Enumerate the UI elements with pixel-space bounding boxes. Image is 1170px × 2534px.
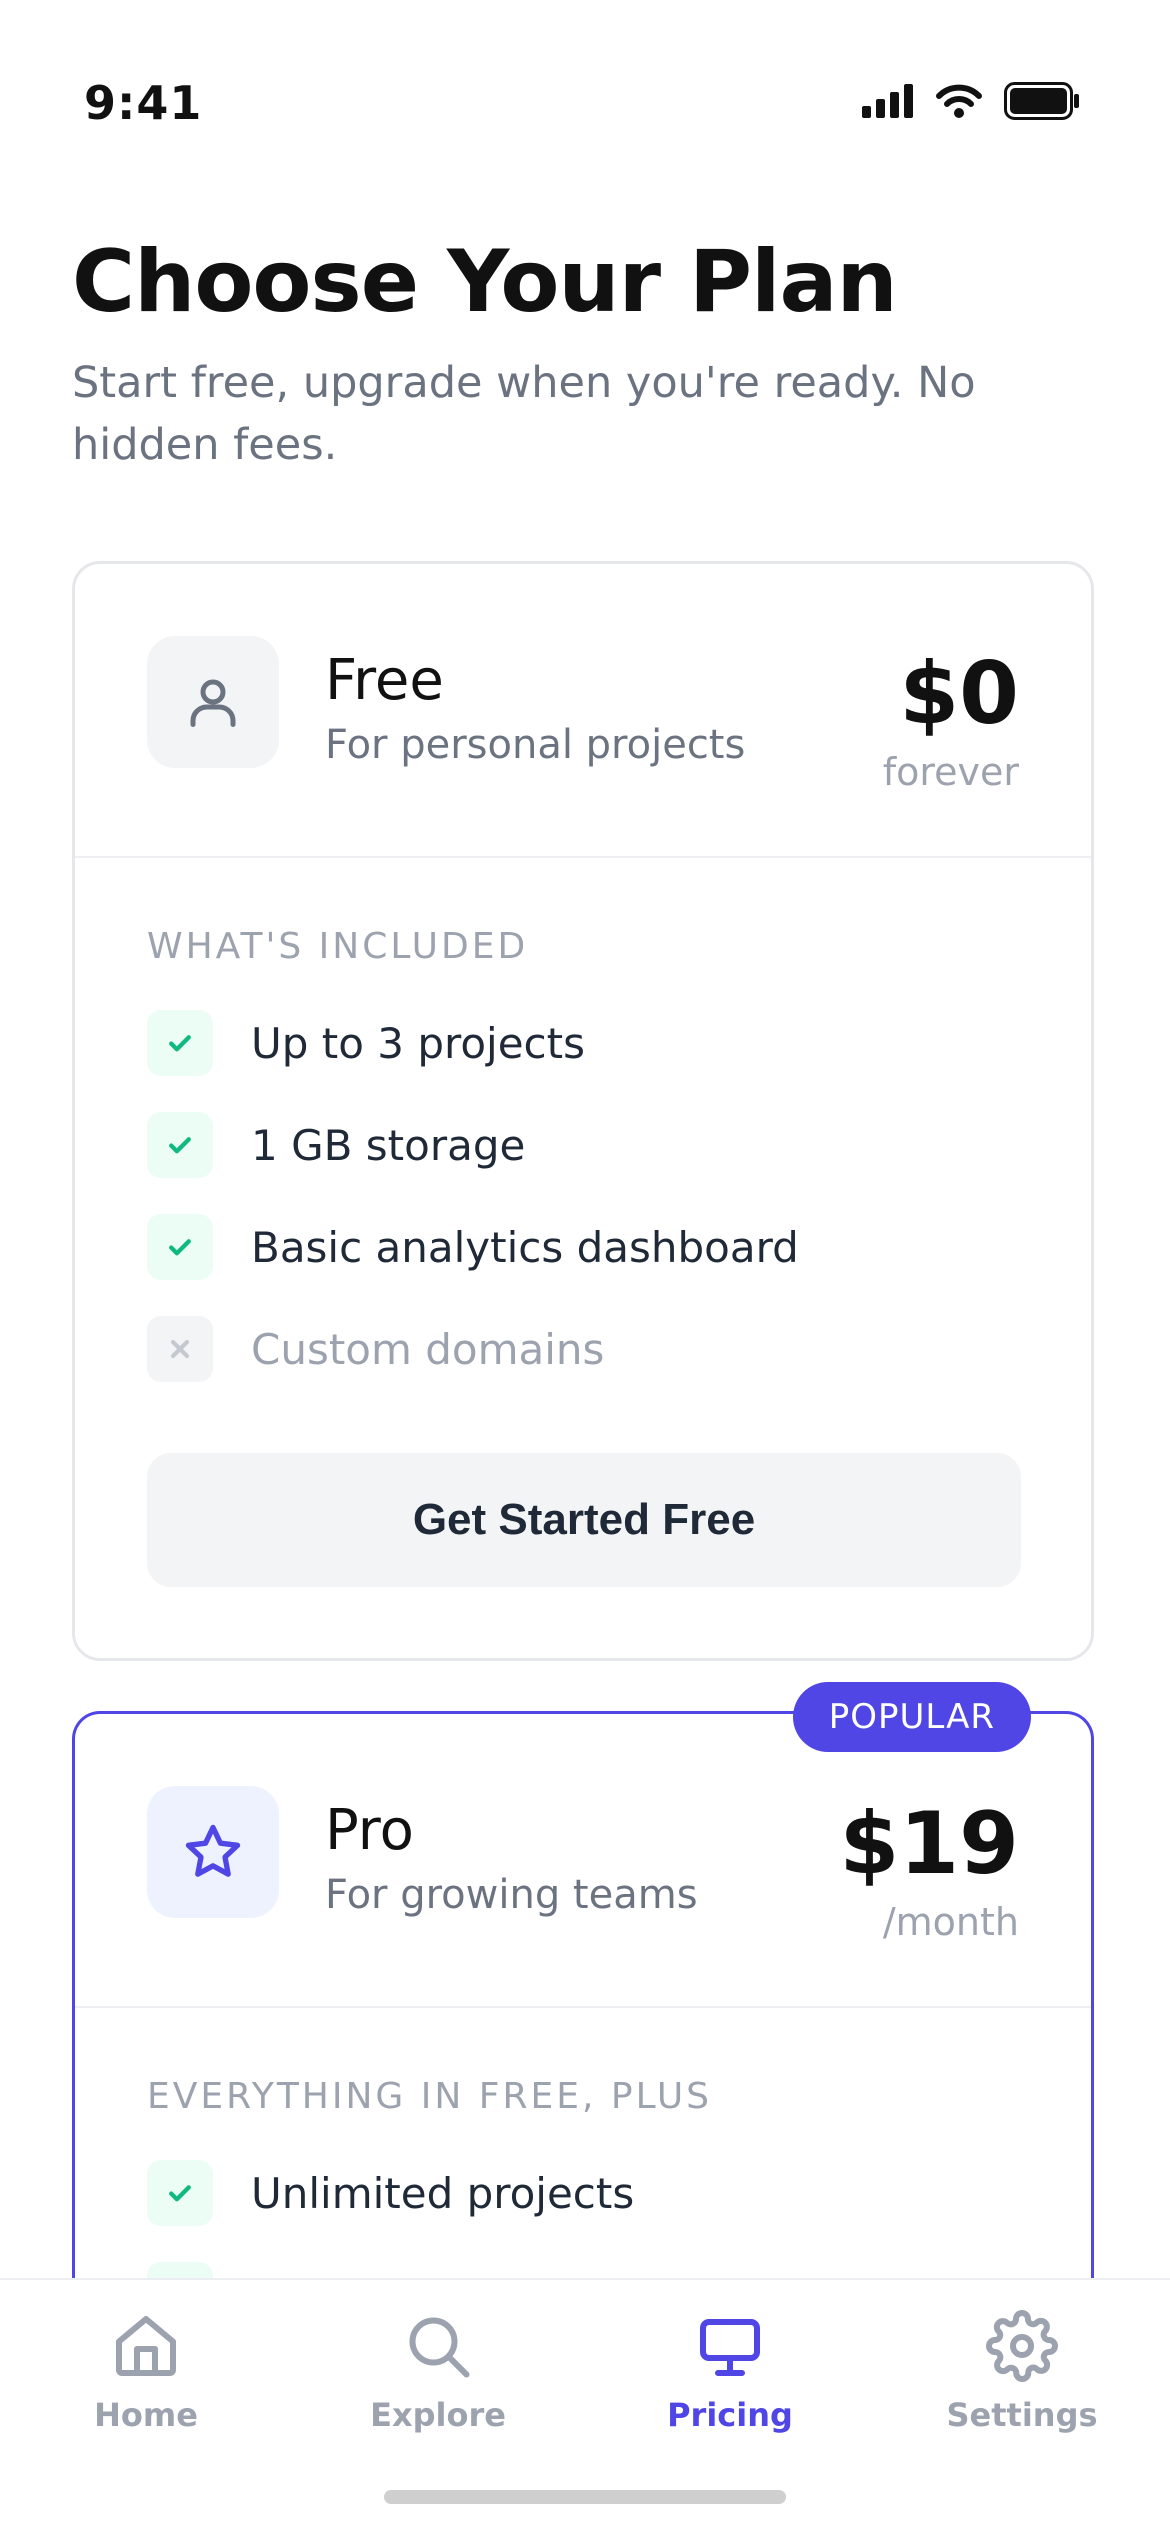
plan-header: Pro For growing teams $19 /month xyxy=(75,1714,1091,2008)
tab-label: Explore xyxy=(370,2396,506,2434)
tab-label: Pricing xyxy=(667,2396,793,2434)
tab-label: Settings xyxy=(946,2396,1098,2434)
features-heading: WHAT'S INCLUDED xyxy=(147,926,529,967)
user-icon xyxy=(147,636,279,768)
check-icon xyxy=(147,1214,213,1280)
home-indicator xyxy=(384,2490,786,2504)
monitor-icon xyxy=(700,2319,760,2376)
page-subtitle: Start free, upgrade when you're ready. N… xyxy=(72,358,976,470)
plan-period: /month xyxy=(882,1900,1019,1944)
plan-card-pro: POPULAR Pro For growing teams $19 /month… xyxy=(72,1682,1094,2328)
plan-price: $19 xyxy=(839,1794,1019,1894)
star-icon xyxy=(147,1786,279,1918)
feature-item: Up to 3 projects xyxy=(147,1010,585,1076)
check-icon xyxy=(147,1010,213,1076)
plan-price: $0 xyxy=(899,644,1019,744)
check-icon xyxy=(147,1112,213,1178)
search-icon xyxy=(409,2317,470,2378)
page-title: Choose Your Plan xyxy=(72,232,898,332)
plan-tagline: For growing teams xyxy=(325,1872,698,1918)
feature-label: Basic analytics dashboard xyxy=(251,1222,799,1272)
feature-item: Unlimited projects xyxy=(147,2160,634,2226)
feature-label: Up to 3 projects xyxy=(251,1018,585,1068)
tab-settings[interactable]: Settings xyxy=(876,2310,1168,2434)
plan-tagline: For personal projects xyxy=(325,722,746,768)
plan-name: Pro xyxy=(325,1798,414,1863)
status-icons xyxy=(862,82,1080,120)
check-icon xyxy=(147,2160,213,2226)
plan-card-free: Free For personal projects $0 forever WH… xyxy=(72,561,1094,1661)
battery-icon xyxy=(1004,82,1079,120)
feature-label: 1 GB storage xyxy=(251,1120,526,1170)
home-icon xyxy=(116,2316,176,2376)
feature-label: Unlimited projects xyxy=(251,2168,635,2218)
feature-item: Basic analytics dashboard xyxy=(147,1214,799,1280)
status-bar: 9:41 xyxy=(0,0,1170,210)
gear-icon xyxy=(986,2310,1058,2382)
plan-header: Free For personal projects $0 forever xyxy=(75,564,1091,858)
feature-item-disabled: Custom domains xyxy=(147,1316,604,1382)
plan-period: forever xyxy=(882,750,1019,794)
feature-item: 1 GB storage xyxy=(147,1112,525,1178)
tab-pricing[interactable]: Pricing xyxy=(584,2310,876,2434)
cross-icon xyxy=(147,1316,213,1382)
tab-home[interactable]: Home xyxy=(0,2310,292,2434)
get-started-free-button[interactable]: Get Started Free xyxy=(147,1453,1021,1587)
signal-icon xyxy=(862,84,913,118)
features-heading: EVERYTHING IN FREE, PLUS xyxy=(147,2076,713,2117)
feature-label: Custom domains xyxy=(251,1324,605,1374)
status-time: 9:41 xyxy=(84,76,203,130)
plan-name: Free xyxy=(325,648,444,713)
tab-explore[interactable]: Explore xyxy=(292,2310,584,2434)
tab-label: Home xyxy=(94,2396,198,2434)
wifi-icon xyxy=(936,84,982,118)
